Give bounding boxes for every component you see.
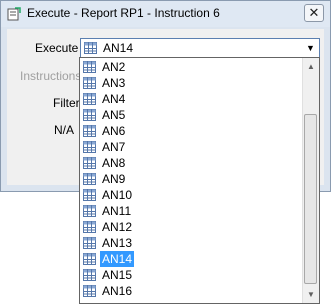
list-item[interactable]: AN11	[80, 203, 301, 219]
chevron-down-icon[interactable]: ▼	[302, 39, 319, 57]
list-item-label: AN6	[102, 124, 126, 138]
list-item-label: AN12	[102, 220, 133, 234]
app-icon	[7, 7, 21, 21]
table-icon	[83, 125, 96, 137]
list-item[interactable]: AN12	[80, 219, 301, 235]
list-item[interactable]: AN6	[80, 123, 301, 139]
table-icon	[83, 141, 96, 153]
scroll-down-icon[interactable]: ▼	[303, 286, 319, 303]
close-button[interactable]: ✕	[304, 4, 324, 22]
table-icon	[83, 157, 96, 169]
table-icon	[84, 42, 97, 54]
list-item[interactable]: AN9	[80, 171, 301, 187]
scroll-up-icon[interactable]: ▲	[303, 58, 319, 75]
list-item-label: AN5	[102, 108, 126, 122]
list-item[interactable]: AN13	[80, 235, 301, 251]
table-icon	[83, 109, 96, 121]
list-item[interactable]: AN16	[80, 283, 301, 299]
list-item-label: AN15	[102, 268, 133, 282]
close-icon: ✕	[308, 5, 320, 20]
list-item-label: AN4	[102, 92, 126, 106]
list-item-label: AN3	[102, 76, 126, 90]
scrollbar-thumb[interactable]	[304, 114, 317, 284]
table-icon	[83, 205, 96, 217]
execute-combobox[interactable]: AN14 ▼	[80, 38, 320, 58]
list-item-label: AN13	[102, 236, 133, 250]
table-icon	[83, 173, 96, 185]
list-item[interactable]: AN15	[80, 267, 301, 283]
list-item-label: AN7	[102, 140, 126, 154]
table-icon	[83, 77, 96, 89]
list-item[interactable]: AN7	[80, 139, 301, 155]
execute-label: Execute	[35, 41, 79, 55]
list-item-label: AN2	[102, 60, 126, 74]
instructions-label: Instructions	[20, 69, 82, 83]
list-item[interactable]: AN4	[80, 91, 301, 107]
list-item[interactable]: AN8	[80, 155, 301, 171]
table-icon	[83, 285, 96, 297]
list-item[interactable]: AN3	[80, 75, 301, 91]
list-item[interactable]: AN14	[80, 250, 301, 268]
list-item-label: AN14	[98, 250, 136, 268]
table-icon	[83, 221, 96, 233]
list-item[interactable]: AN10	[80, 187, 301, 203]
window-title: Execute - Report RP1 - Instruction 6	[27, 6, 220, 20]
title-bar[interactable]: Execute - Report RP1 - Instruction 6 ✕	[1, 1, 330, 27]
table-icon	[83, 61, 96, 73]
list-item-label: AN10	[102, 188, 133, 202]
list-item-label: AN9	[102, 172, 126, 186]
scrollbar[interactable]: ▲ ▼	[302, 58, 319, 303]
list-item-label: AN8	[102, 156, 126, 170]
dropdown-items: AN2 AN3 AN4 AN5 AN6 AN7 AN8 AN9 AN10 AN11 AN12 AN13…	[80, 58, 301, 303]
execute-combobox-value: AN14	[103, 41, 134, 55]
list-item[interactable]: AN5	[80, 107, 301, 123]
execute-dropdown-list[interactable]: AN2 AN3 AN4 AN5 AN6 AN7 AN8 AN9 AN10 AN11 AN12 AN13…	[79, 57, 320, 304]
table-icon	[83, 253, 96, 265]
filter-label: Filter	[53, 96, 80, 110]
table-icon	[83, 93, 96, 105]
list-item[interactable]: AN2	[80, 59, 301, 75]
list-item-label: AN11	[102, 204, 132, 218]
na-label: N/A	[54, 123, 75, 137]
table-icon	[83, 237, 96, 249]
list-item-label: AN16	[102, 284, 133, 298]
table-icon	[83, 269, 96, 281]
table-icon	[83, 189, 96, 201]
